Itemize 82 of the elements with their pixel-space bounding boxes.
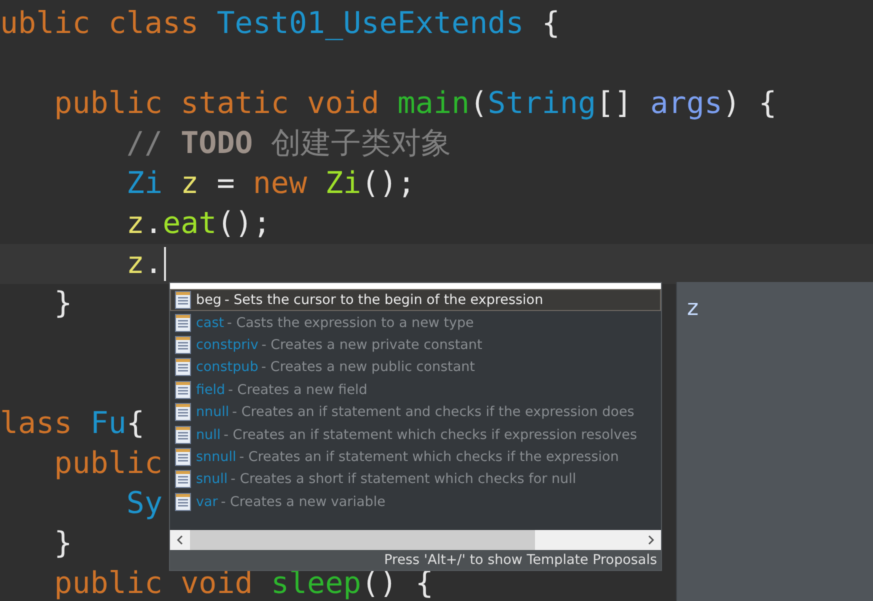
keyword: lass — [0, 405, 74, 443]
text-cursor — [164, 247, 166, 281]
proposal-name: nnull — [196, 404, 230, 420]
punctuation: . — [144, 205, 163, 243]
proposal-name: var — [196, 494, 218, 510]
horizontal-scrollbar[interactable] — [170, 530, 661, 550]
scroll-left-icon[interactable] — [176, 535, 184, 545]
proposal-item[interactable]: var - Creates a new variable — [170, 490, 661, 513]
proposal-name: cast — [196, 314, 224, 331]
proposal-name: beg — [196, 292, 222, 308]
punctuation: . — [144, 245, 163, 283]
keyword: new — [252, 165, 308, 203]
method-name: sleep — [270, 565, 362, 601]
method-name: main — [397, 85, 470, 123]
method-call: eat — [162, 205, 217, 243]
proposal-item[interactable]: null - Creates an if statement which checks if expression resolves — [170, 423, 661, 446]
proposal-item[interactable]: constpub - Creates a new public constant — [170, 356, 661, 379]
template-icon — [175, 358, 191, 376]
punctuation: { — [540, 5, 560, 43]
type-name: Fu — [90, 405, 126, 443]
proposal-description: - Sets the cursor to the begin of the expression — [224, 292, 544, 308]
keyword: public static void — [53, 85, 380, 123]
proposal-description: - Creates a new public constant — [261, 359, 475, 376]
proposal-description: - Creates an if statement which checks if the expression — [239, 448, 619, 465]
scrollbar-thumb[interactable] — [190, 530, 535, 550]
template-icon — [175, 426, 191, 444]
template-icon — [175, 492, 191, 511]
comment-text: // — [125, 125, 164, 163]
template-icon — [175, 336, 191, 354]
proposal-name: constpriv — [196, 336, 258, 353]
punctuation: { — [126, 405, 144, 443]
proposal-item[interactable]: constpriv - Creates a new private constant — [170, 334, 661, 356]
method-call: Zi — [325, 165, 362, 203]
comment-text: 创建子类对象 — [270, 125, 451, 163]
punctuation: [] — [596, 85, 634, 123]
punctuation: ( — [470, 85, 488, 123]
proposal-description: - Creates a new variable — [220, 494, 386, 510]
punctuation: = — [216, 165, 236, 203]
proposal-item[interactable]: snnull - Creates an if statement which checks if the expression — [170, 446, 661, 468]
punctuation: (); — [216, 205, 271, 243]
proposal-description: - Casts the expression to a new type — [227, 314, 474, 331]
proposal-item[interactable]: snull - Creates a short if statement which checks for null — [170, 468, 661, 491]
punctuation: () { — [361, 566, 434, 601]
variable-name: z — [125, 245, 144, 283]
punctuation: } — [53, 525, 72, 563]
template-icon — [175, 403, 191, 422]
proposal-name: field — [196, 382, 226, 398]
punctuation: ) { — [722, 85, 777, 123]
proposal-description: - Creates an if statement which checks if expression resolves — [224, 426, 637, 443]
template-icon — [175, 291, 191, 310]
proposal-description: - Creates a short if statement which checks for null — [230, 471, 576, 488]
type-name: Sy — [125, 485, 163, 523]
proposal-item[interactable]: cast - Casts the expression to a new type — [170, 311, 661, 334]
keyword: ublic class — [0, 5, 200, 43]
todo-tag: TODO — [180, 124, 253, 164]
parameter-name: args — [650, 85, 722, 123]
punctuation: } — [53, 285, 72, 323]
template-icon — [175, 448, 191, 466]
proposal-item[interactable]: nnull - Creates an if statement and checks if the expression does — [170, 400, 661, 424]
proposal-name: snull — [196, 471, 228, 488]
scroll-right-icon[interactable] — [647, 535, 655, 545]
info-text: z — [687, 296, 699, 321]
type-name: Zi — [125, 165, 163, 203]
variable-name: z — [180, 165, 199, 203]
template-icon — [175, 380, 191, 399]
type-name: String — [488, 85, 596, 123]
proposal-name: snnull — [196, 448, 236, 465]
keyword: public void — [53, 565, 254, 601]
proposal-item[interactable]: beg - Sets the cursor to the begin of the expression — [170, 289, 661, 312]
proposal-description: - Creates an if statement and checks if the expression does — [232, 404, 634, 420]
template-icon — [175, 314, 191, 332]
proposal-name: constpub — [196, 359, 258, 376]
proposal-item[interactable]: field - Creates a new field — [170, 378, 661, 401]
proposal-description: - Creates a new private constant — [261, 336, 482, 353]
punctuation: (); — [361, 165, 416, 203]
keyword: public — [53, 445, 163, 483]
proposal-description: - Creates a new field — [228, 382, 368, 398]
variable-name: z — [125, 205, 144, 243]
type-name: Test01_UseExtends — [216, 5, 524, 43]
template-icon — [175, 470, 191, 488]
hint-text: Press 'Alt+/' to show Template Proposals — [384, 552, 657, 568]
proposal-name: null — [196, 426, 221, 443]
